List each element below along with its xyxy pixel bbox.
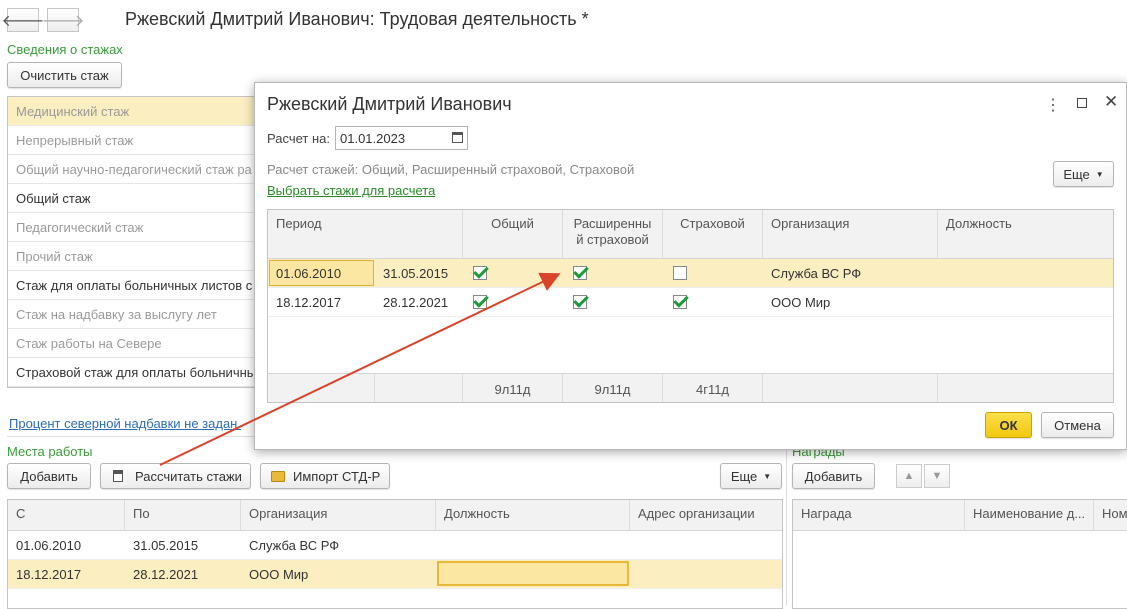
annotation-arrow bbox=[159, 272, 561, 466]
